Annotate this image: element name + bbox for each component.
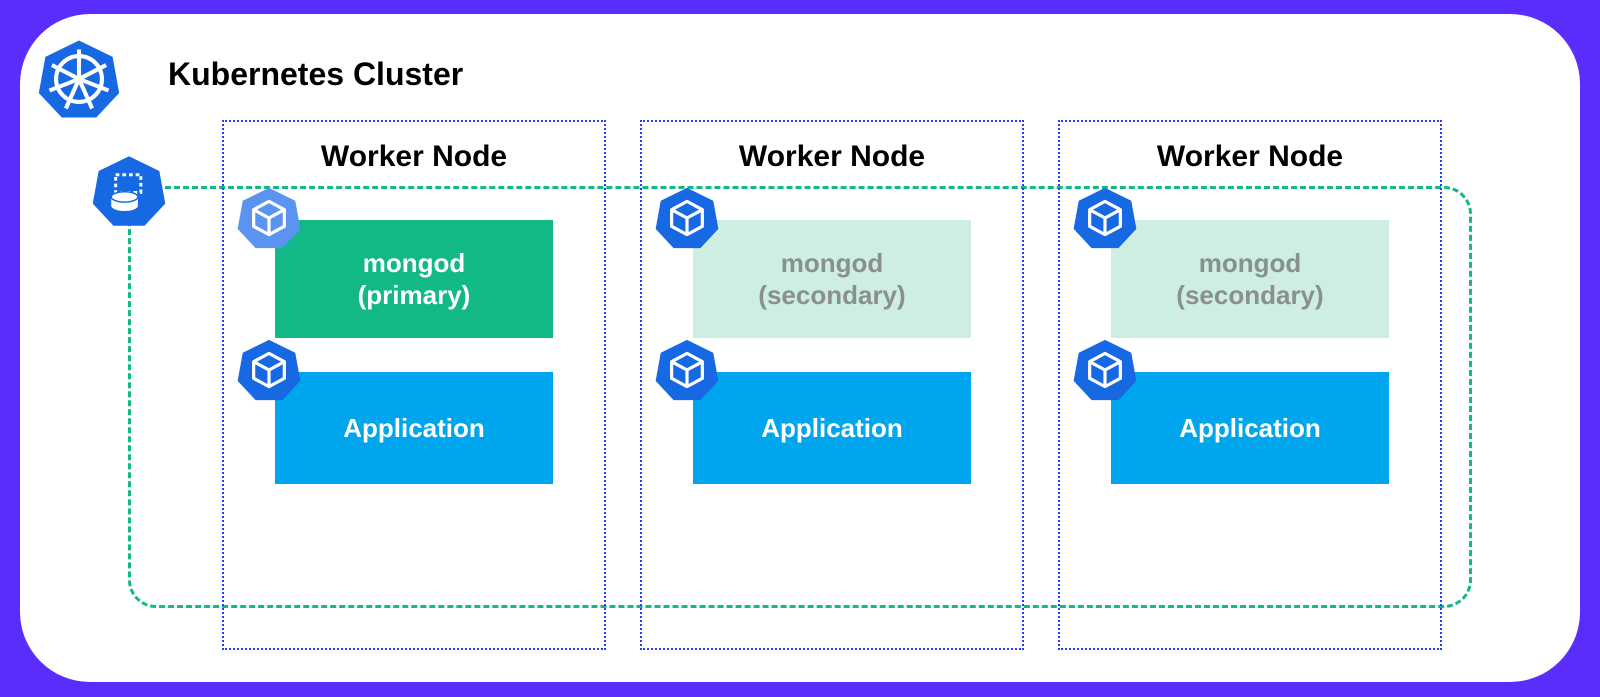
worker-node: Worker Node mongod (secondary) xyxy=(1058,120,1442,650)
k8s-wheel-icon xyxy=(38,38,120,120)
cluster-title: Kubernetes Cluster xyxy=(168,56,463,93)
application-pod: Application xyxy=(275,372,553,484)
worker-node-title: Worker Node xyxy=(224,140,604,174)
mongod-pod-primary: mongod (primary) xyxy=(275,220,553,338)
worker-node-title: Worker Node xyxy=(642,140,1022,174)
mongod-label: mongod xyxy=(781,247,884,280)
application-pod: Application xyxy=(693,372,971,484)
worker-node-title: Worker Node xyxy=(1060,140,1440,174)
cube-icon xyxy=(655,338,719,402)
mongod-pod-secondary: mongod (secondary) xyxy=(693,220,971,338)
application-label: Application xyxy=(343,412,485,445)
cube-icon xyxy=(237,338,301,402)
mongod-pod-secondary: mongod (secondary) xyxy=(1111,220,1389,338)
mongod-label: mongod xyxy=(363,247,466,280)
application-label: Application xyxy=(1179,412,1321,445)
cube-icon xyxy=(655,186,719,250)
application-label: Application xyxy=(761,412,903,445)
cluster-card: Kubernetes Cluster Worker Node xyxy=(20,14,1580,682)
worker-node: Worker Node mongod (primary) xyxy=(222,120,606,650)
mongod-role: (primary) xyxy=(358,279,471,312)
worker-node: Worker Node mongod (secondary) xyxy=(640,120,1024,650)
mongod-role: (secondary) xyxy=(1176,279,1323,312)
replicaset-icon xyxy=(92,154,166,228)
mongod-role: (secondary) xyxy=(758,279,905,312)
cube-icon xyxy=(237,186,301,250)
mongod-label: mongod xyxy=(1199,247,1302,280)
nodes-row: Worker Node mongod (primary) xyxy=(222,120,1442,650)
application-pod: Application xyxy=(1111,372,1389,484)
cube-icon xyxy=(1073,338,1137,402)
cube-icon xyxy=(1073,186,1137,250)
